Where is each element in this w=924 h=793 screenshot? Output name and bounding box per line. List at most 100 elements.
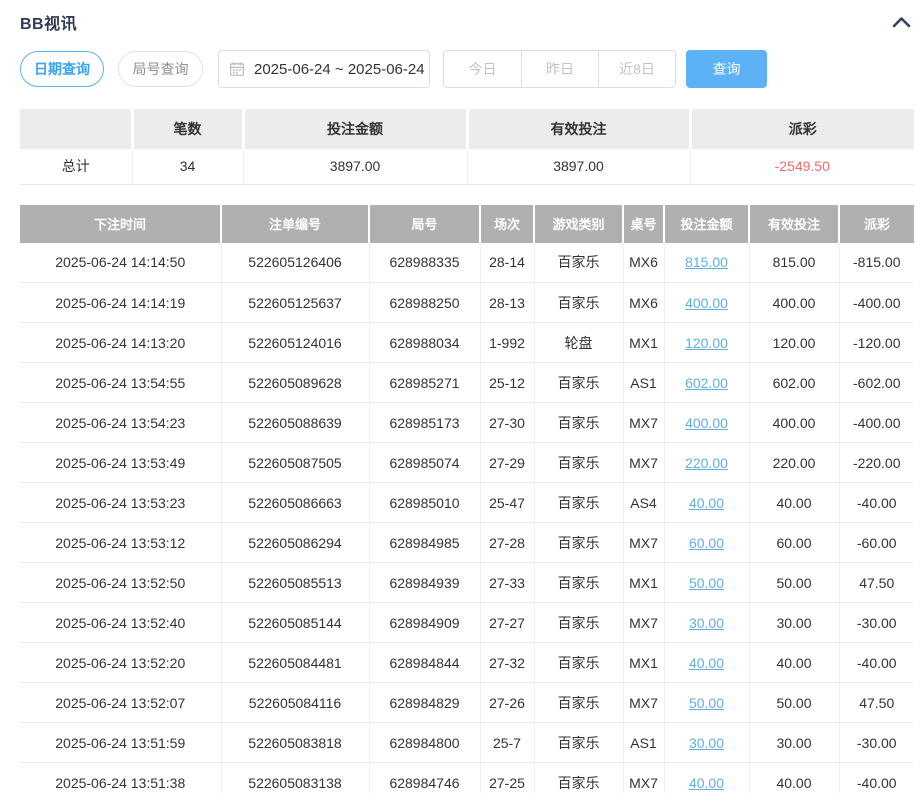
cell-round-id: 628984909 bbox=[369, 603, 480, 643]
cell-bet-amount: 40.00 bbox=[664, 483, 749, 523]
cell-bet-id: 522605125637 bbox=[221, 283, 369, 323]
bet-amount-link[interactable]: 40.00 bbox=[689, 655, 724, 671]
col-session: 场次 bbox=[480, 205, 534, 243]
summary-header-count: 笔数 bbox=[132, 109, 243, 149]
cell-session: 28-13 bbox=[480, 283, 534, 323]
table-row: 2025-06-24 13:53:23522605086663628985010… bbox=[20, 483, 914, 523]
cell-session: 27-28 bbox=[480, 523, 534, 563]
summary-header-bet-amount: 投注金额 bbox=[243, 109, 467, 149]
bet-amount-link[interactable]: 60.00 bbox=[689, 535, 724, 551]
cell-session: 28-14 bbox=[480, 243, 534, 283]
cell-payout: -400.00 bbox=[839, 283, 914, 323]
cell-round-id: 628985010 bbox=[369, 483, 480, 523]
cell-payout: -602.00 bbox=[839, 363, 914, 403]
cell-payout: -120.00 bbox=[839, 323, 914, 363]
table-row: 2025-06-24 13:52:20522605084481628984844… bbox=[20, 643, 914, 683]
bet-amount-link[interactable]: 400.00 bbox=[685, 295, 728, 311]
page-title: BB视讯 bbox=[20, 10, 77, 34]
summary-total-row: 总计 34 3897.00 3897.00 -2549.50 bbox=[20, 149, 914, 184]
cell-valid-bet: 815.00 bbox=[749, 243, 839, 283]
summary-header-valid-bet: 有效投注 bbox=[467, 109, 690, 149]
tab-date-query[interactable]: 日期查询 bbox=[20, 51, 104, 87]
col-payout: 派彩 bbox=[839, 205, 914, 243]
cell-bet-time: 2025-06-24 13:51:38 bbox=[20, 763, 221, 793]
yesterday-button[interactable]: 昨日 bbox=[521, 51, 598, 87]
cell-bet-id: 522605124016 bbox=[221, 323, 369, 363]
cell-bet-time: 2025-06-24 13:52:50 bbox=[20, 563, 221, 603]
cell-payout: -220.00 bbox=[839, 443, 914, 483]
cell-game-type: 百家乐 bbox=[534, 563, 623, 603]
summary-header-payout: 派彩 bbox=[690, 109, 914, 149]
cell-round-id: 628985074 bbox=[369, 443, 480, 483]
cell-table-no: MX6 bbox=[623, 283, 664, 323]
cell-valid-bet: 40.00 bbox=[749, 643, 839, 683]
bet-amount-link[interactable]: 30.00 bbox=[689, 615, 724, 631]
bet-amount-link[interactable]: 815.00 bbox=[685, 254, 728, 270]
cell-round-id: 628988034 bbox=[369, 323, 480, 363]
today-button[interactable]: 今日 bbox=[444, 51, 521, 87]
cell-bet-id: 522605083818 bbox=[221, 723, 369, 763]
cell-valid-bet: 400.00 bbox=[749, 283, 839, 323]
cell-round-id: 628984746 bbox=[369, 763, 480, 793]
cell-valid-bet: 400.00 bbox=[749, 403, 839, 443]
col-game-type: 游戏类别 bbox=[534, 205, 623, 243]
cell-game-type: 百家乐 bbox=[534, 603, 623, 643]
search-button[interactable]: 查询 bbox=[686, 50, 767, 88]
cell-valid-bet: 60.00 bbox=[749, 523, 839, 563]
table-row: 2025-06-24 13:51:59522605083818628984800… bbox=[20, 723, 914, 763]
bet-amount-link[interactable]: 220.00 bbox=[685, 455, 728, 471]
tab-round-query[interactable]: 局号查询 bbox=[118, 51, 203, 87]
bet-table-body: 2025-06-24 14:14:50522605126406628988335… bbox=[20, 243, 914, 793]
summary-total-count: 34 bbox=[132, 149, 243, 184]
cell-round-id: 628985271 bbox=[369, 363, 480, 403]
cell-session: 27-30 bbox=[480, 403, 534, 443]
table-row: 2025-06-24 14:14:50522605126406628988335… bbox=[20, 243, 914, 283]
cell-bet-time: 2025-06-24 13:54:23 bbox=[20, 403, 221, 443]
cell-bet-amount: 50.00 bbox=[664, 563, 749, 603]
cell-valid-bet: 40.00 bbox=[749, 483, 839, 523]
cell-bet-time: 2025-06-24 14:14:50 bbox=[20, 243, 221, 283]
summary-header-blank bbox=[20, 109, 132, 149]
bet-amount-link[interactable]: 50.00 bbox=[689, 575, 724, 591]
collapse-button[interactable] bbox=[888, 12, 914, 32]
cell-game-type: 百家乐 bbox=[534, 283, 623, 323]
summary-total-label: 总计 bbox=[20, 149, 132, 184]
cell-session: 27-25 bbox=[480, 763, 534, 793]
cell-game-type: 百家乐 bbox=[534, 763, 623, 793]
cell-bet-id: 522605089628 bbox=[221, 363, 369, 403]
bet-amount-link[interactable]: 120.00 bbox=[685, 335, 728, 351]
cell-bet-id: 522605086294 bbox=[221, 523, 369, 563]
bet-records-panel: BB视讯 日期查询 局号查询 2025-06-24 ~ 2025-06-24 bbox=[0, 0, 924, 793]
cell-round-id: 628984985 bbox=[369, 523, 480, 563]
bet-amount-link[interactable]: 40.00 bbox=[689, 775, 724, 791]
cell-game-type: 百家乐 bbox=[534, 723, 623, 763]
last-8-days-button[interactable]: 近8日 bbox=[598, 51, 675, 87]
date-range-picker[interactable]: 2025-06-24 ~ 2025-06-24 bbox=[218, 50, 430, 88]
cell-bet-amount: 400.00 bbox=[664, 403, 749, 443]
cell-payout: -400.00 bbox=[839, 403, 914, 443]
cell-session: 25-47 bbox=[480, 483, 534, 523]
cell-bet-time: 2025-06-24 13:51:59 bbox=[20, 723, 221, 763]
cell-table-no: MX7 bbox=[623, 523, 664, 563]
table-row: 2025-06-24 13:52:40522605085144628984909… bbox=[20, 603, 914, 643]
cell-table-no: MX6 bbox=[623, 243, 664, 283]
bet-amount-link[interactable]: 40.00 bbox=[689, 495, 724, 511]
bet-amount-link[interactable]: 30.00 bbox=[689, 735, 724, 751]
cell-round-id: 628985173 bbox=[369, 403, 480, 443]
cell-bet-amount: 30.00 bbox=[664, 603, 749, 643]
cell-bet-amount: 400.00 bbox=[664, 283, 749, 323]
cell-table-no: MX1 bbox=[623, 323, 664, 363]
bet-amount-link[interactable]: 400.00 bbox=[685, 415, 728, 431]
col-valid-bet: 有效投注 bbox=[749, 205, 839, 243]
cell-valid-bet: 120.00 bbox=[749, 323, 839, 363]
bet-records-table: 下注时间注单编号局号场次游戏类别桌号投注金额有效投注派彩 2025-06-24 … bbox=[20, 205, 914, 793]
bet-amount-link[interactable]: 602.00 bbox=[685, 375, 728, 391]
cell-payout: -815.00 bbox=[839, 243, 914, 283]
cell-table-no: MX7 bbox=[623, 403, 664, 443]
table-row: 2025-06-24 13:52:07522605084116628984829… bbox=[20, 683, 914, 723]
cell-round-id: 628984829 bbox=[369, 683, 480, 723]
cell-session: 27-32 bbox=[480, 643, 534, 683]
cell-valid-bet: 40.00 bbox=[749, 763, 839, 793]
bet-amount-link[interactable]: 50.00 bbox=[689, 695, 724, 711]
cell-bet-time: 2025-06-24 13:52:40 bbox=[20, 603, 221, 643]
